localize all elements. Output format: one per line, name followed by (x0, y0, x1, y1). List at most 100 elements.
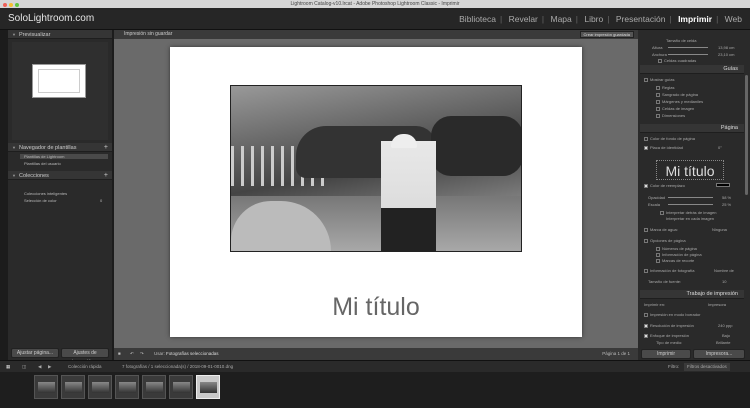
collection-count: 0 (100, 198, 103, 203)
filmstrip-thumbnail[interactable] (196, 375, 220, 399)
watermark-checkbox[interactable]: Marca de agua: (644, 227, 678, 232)
media-type-label: Tipo de medio: (656, 340, 683, 345)
identity-plate-title[interactable]: Mi título (170, 293, 582, 322)
photo-cell[interactable] (230, 85, 522, 252)
scale-slider[interactable] (668, 204, 713, 205)
scale-value[interactable]: 25 % (722, 202, 731, 207)
module-revelar[interactable]: Revelar (509, 14, 538, 24)
show-guides-checkbox[interactable]: Mostrar guías (644, 77, 674, 82)
collections-header[interactable]: ▼ Colecciones + (8, 171, 112, 180)
identity-plate-preview[interactable]: Mi título (656, 160, 724, 180)
override-color-swatch[interactable] (716, 183, 730, 187)
print-to-dropdown[interactable]: Impresora (708, 302, 726, 307)
stop-icon[interactable]: ■ (118, 348, 121, 360)
height-slider[interactable] (668, 47, 708, 48)
print-resolution-value[interactable]: 240 ppp (718, 323, 732, 328)
unsaved-print-label: Impresión sin guardar (124, 31, 173, 37)
module-biblioteca[interactable]: Biblioteca (459, 14, 496, 24)
preview-box (12, 42, 108, 140)
render-behind-checkbox[interactable]: Interpretar detrás de imagen (660, 210, 716, 215)
redo-icon[interactable]: ↷ (140, 348, 144, 360)
preview-header[interactable]: ▼ Previsualizar (8, 30, 112, 39)
keep-square-checkbox[interactable]: Celdas cuadradas (658, 58, 696, 63)
template-item-lightroom[interactable]: Plantillas de Lightroom (20, 154, 108, 159)
photo-info-dropdown[interactable]: Nombre de (714, 268, 734, 273)
sharpening-dropdown[interactable]: Bajo (722, 333, 730, 338)
opacity-slider[interactable] (668, 197, 713, 198)
identity-plate-checkbox[interactable]: Placa de identidad (644, 145, 683, 150)
print-resolution-checkbox[interactable]: Resolución de impresión (644, 323, 694, 328)
identity-angle[interactable]: 0° (718, 145, 722, 150)
guide-bleed[interactable]: Sangrado de página (656, 92, 698, 97)
guide-rulers[interactable]: Reglas (656, 85, 674, 90)
filmstrip (0, 372, 750, 408)
watermark-dropdown[interactable]: Ninguna (712, 227, 727, 232)
photo-info-checkbox[interactable]: Información de fotografía (644, 268, 694, 273)
font-size-label: Tamaño de fuente: (648, 279, 682, 284)
right-panel-scrollbar[interactable] (745, 75, 748, 195)
bg-color-checkbox[interactable]: Color de fondo de página (644, 136, 695, 141)
page-info-option[interactable]: Información de página (656, 252, 702, 257)
filmstrip-thumbnail[interactable] (169, 375, 193, 399)
print-to-label: Imprimir en: (644, 302, 666, 307)
print-settings-button[interactable]: Ajustes de impresión... (61, 348, 109, 365)
use-selection-dropdown[interactable]: Fotografías seleccionadas (166, 348, 219, 360)
crop-marks-option[interactable]: Marcas de recorte (656, 258, 694, 263)
module-libro[interactable]: Libro (584, 14, 603, 24)
collection-smart[interactable]: Colecciones inteligentes (24, 191, 67, 196)
height-label: Altura (652, 45, 663, 50)
render-every-image-label[interactable]: Interpretar en cada imagen (666, 216, 714, 221)
module-imprimir[interactable]: Imprimir (678, 14, 712, 24)
printer-button[interactable]: Impresora... (693, 349, 745, 359)
media-type-dropdown[interactable]: Brillante (716, 340, 730, 345)
page-options-checkbox[interactable]: Opciones de página (644, 238, 686, 243)
guide-cells[interactable]: Celdas de imagen (656, 106, 694, 111)
opacity-value[interactable]: 58 % (722, 195, 731, 200)
filmstrip-thumbnail[interactable] (61, 375, 85, 399)
module-web[interactable]: Web (725, 14, 742, 24)
filter-dropdown[interactable]: Filtros desactivados (684, 363, 730, 371)
page-header[interactable]: Página (640, 124, 744, 133)
print-canvas-area: Impresión sin guardar Crear impresión gu… (114, 30, 638, 360)
font-size-dropdown[interactable]: 10 (722, 279, 726, 284)
guide-dimensions[interactable]: Dimensiones (656, 113, 685, 118)
filmstrip-thumbnail[interactable] (88, 375, 112, 399)
brand-logo: SoloLightroom.com (8, 13, 95, 24)
filmstrip-thumbnail[interactable] (115, 375, 139, 399)
print-sharpening-checkbox[interactable]: Enfoque de impresión (644, 333, 689, 338)
filmstrip-bar: ▦ ◫ ◀ ▶ Colección rápida 7 fotografías /… (0, 360, 750, 372)
print-job-header[interactable]: Trabajo de impresión (640, 290, 744, 299)
plus-icon[interactable]: + (104, 143, 108, 152)
width-value[interactable]: 23,10 cm (718, 52, 734, 57)
guides-header[interactable]: Guías (640, 65, 744, 74)
width-slider[interactable] (668, 54, 708, 55)
draft-mode-checkbox[interactable]: Impresión en modo borrador (644, 312, 700, 317)
print-buttons: Imprimir Impresora... (638, 348, 750, 360)
height-value[interactable]: 13,98 cm (718, 45, 734, 50)
page-setup-button[interactable]: Ajustar página... (11, 348, 59, 358)
collection-color[interactable]: Selección de color (24, 198, 57, 203)
top-bar: SoloLightroom.com Biblioteca | Revelar | M… (0, 8, 750, 30)
page-numbers-option[interactable]: Números de página (656, 246, 697, 251)
create-saved-print-button[interactable]: Crear impresión guardada (579, 31, 634, 38)
plus-icon[interactable]: + (104, 171, 108, 180)
module-picker: Biblioteca | Revelar | Mapa | Libro | Presen… (459, 14, 742, 24)
guide-margins[interactable]: Márgenes y medianiles (656, 99, 703, 104)
override-color-checkbox[interactable]: Color de reemplazo (644, 183, 685, 188)
filmstrip-thumbnail[interactable] (34, 375, 58, 399)
right-panel: Tamaño de celda Altura 13,98 cm Anchura … (638, 30, 750, 360)
scale-label: Escala (648, 202, 661, 207)
module-presentacion[interactable]: Presentación (616, 14, 666, 24)
canvas-header: Impresión sin guardar Crear impresión gu… (114, 30, 638, 39)
filmstrip-thumbnail[interactable] (142, 375, 166, 399)
undo-icon[interactable]: ↶ (130, 348, 134, 360)
cell-size-label: Tamaño de celda (666, 38, 697, 43)
preview-thumbnail (32, 64, 86, 98)
template-item-user[interactable]: Plantillas del usuario (24, 161, 61, 166)
canvas-toolbar: ■ ↶ ↷ Usar: Fotografías seleccionadas Pá… (114, 348, 638, 360)
os-titlebar: Lightroom Catalog-v10.lrcat - Adobe Phot… (0, 0, 750, 8)
template-browser-header[interactable]: ▼ Navegador de plantillas + (8, 143, 112, 152)
print-button[interactable]: Imprimir (641, 349, 691, 359)
window-title: Lightroom Catalog-v10.lrcat - Adobe Phot… (290, 1, 460, 7)
module-mapa[interactable]: Mapa (550, 14, 571, 24)
